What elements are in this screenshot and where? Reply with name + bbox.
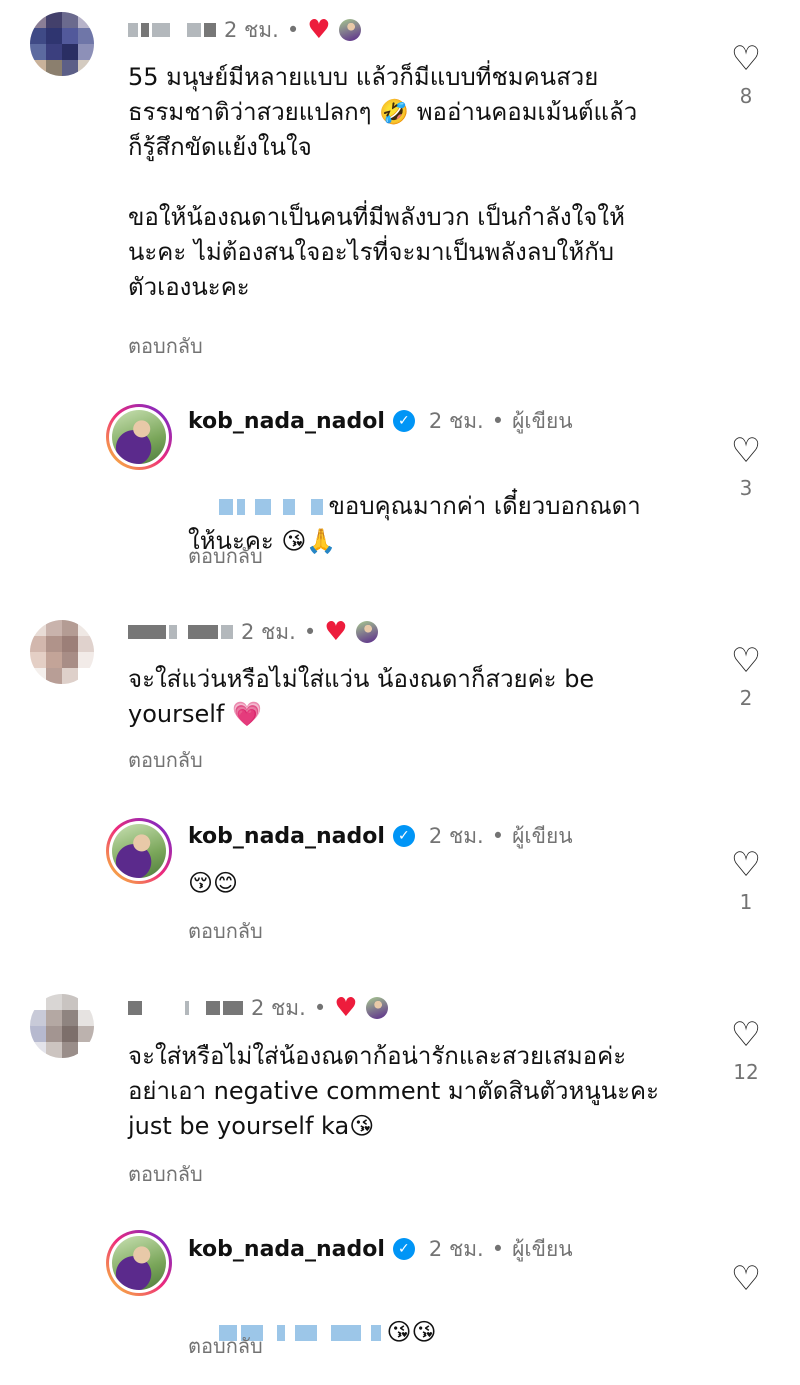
comment-text: 😚😊 <box>188 869 239 897</box>
username-redacted[interactable] <box>128 625 233 639</box>
author-label: ผู้เขียน <box>512 408 573 433</box>
separator-dot: • <box>303 620 317 644</box>
heart-outline-icon[interactable]: ♡ <box>716 42 776 76</box>
creator-avatar-mini <box>365 997 388 1019</box>
verified-badge-icon: ✓ <box>392 410 415 432</box>
comment-header: 2 ชม. • ♥ <box>128 616 378 648</box>
avatar[interactable] <box>30 994 94 1058</box>
separator-dot: • <box>491 824 505 848</box>
heart-filled-icon: ♥ <box>324 617 348 647</box>
reply-button[interactable]: ตอบกลับ <box>188 915 263 947</box>
separator-dot: • <box>491 409 505 433</box>
separator-dot: • <box>491 1237 505 1261</box>
reply-button[interactable]: ตอบกลับ <box>188 1330 263 1362</box>
username-redacted[interactable] <box>128 1001 243 1015</box>
comment-header: kob_nada_nadol ✓ 2 ชม. • ผู้เขียน <box>188 1233 573 1265</box>
like-control[interactable]: ♡ 8 <box>716 42 776 108</box>
like-control[interactable]: ♡ 12 <box>716 1018 776 1084</box>
comment-header: 2 ชม. • ♥ <box>128 14 361 46</box>
username[interactable]: kob_nada_nadol <box>188 409 385 434</box>
avatar-image <box>112 824 166 878</box>
verified-badge-icon: ✓ <box>392 825 415 847</box>
mention-redacted[interactable] <box>218 499 323 515</box>
separator-dot: • <box>286 18 300 42</box>
heart-outline-icon[interactable]: ♡ <box>716 848 776 882</box>
heart-outline-icon[interactable]: ♡ <box>716 644 776 678</box>
comment-text: ขอบคุณมากค่า เดี๋ยวบอกณดา ให้นะคะ 😘🙏 <box>188 492 641 555</box>
heart-outline-icon[interactable]: ♡ <box>716 1262 776 1296</box>
avatar-image <box>112 1236 166 1290</box>
creator-avatar-mini <box>355 621 378 643</box>
comment-text: จะใส่หรือไม่ใส่น้องณดาก้อน่ารักและสวยเสม… <box>128 1042 659 1140</box>
comment-header: kob_nada_nadol ✓ 2 ชม. • ผู้เขียน <box>188 820 573 852</box>
comment-header: kob_nada_nadol ✓ 2 ชม. • ผู้เขียน <box>188 405 573 437</box>
like-control[interactable]: ♡ 1 <box>716 848 776 914</box>
username[interactable]: kob_nada_nadol <box>188 824 385 849</box>
author-label: ผู้เขียน <box>512 823 573 848</box>
avatar[interactable] <box>106 404 172 470</box>
comment-header: 2 ชม. • ♥ <box>128 992 388 1024</box>
avatar[interactable] <box>106 818 172 884</box>
creator-avatar-mini <box>338 19 361 41</box>
comment-text: จะใส่แว่นหรือไม่ใส่แว่น น้องณดาก็สวยค่ะ … <box>128 665 595 728</box>
reply-button[interactable]: ตอบกลับ <box>188 540 263 572</box>
verified-badge-icon: ✓ <box>392 1238 415 1260</box>
like-count: 1 <box>739 890 753 914</box>
username[interactable]: kob_nada_nadol <box>188 1237 385 1262</box>
avatar[interactable] <box>30 620 94 684</box>
separator-dot: • <box>313 996 327 1020</box>
comment-time: 2 ชม. <box>428 823 484 848</box>
comment-text: 😘😘 <box>188 1280 688 1385</box>
heart-outline-icon[interactable]: ♡ <box>716 434 776 468</box>
heart-outline-icon[interactable]: ♡ <box>716 1018 776 1052</box>
like-control[interactable]: ♡ 3 <box>716 434 776 500</box>
heart-filled-icon: ♥ <box>307 15 331 45</box>
like-control[interactable]: ♡ <box>716 1262 776 1296</box>
like-control[interactable]: ♡ 2 <box>716 644 776 710</box>
like-count: 2 <box>739 686 753 710</box>
comment-time: 2 ชม. <box>428 408 484 433</box>
username-redacted[interactable] <box>128 23 216 37</box>
reply-button[interactable]: ตอบกลับ <box>128 744 203 776</box>
comment-time: 2 ชม. <box>428 1236 484 1261</box>
reply-button[interactable]: ตอบกลับ <box>128 330 203 362</box>
author-label: ผู้เขียน <box>512 1236 573 1261</box>
comment-time: 2 ชม. <box>241 619 296 644</box>
like-count: 12 <box>733 1060 759 1084</box>
comment-text: 55 มนุษย์มีหลายแบบ แล้วก็มีแบบที่ชมคนสวย… <box>128 63 638 301</box>
like-count: 3 <box>739 476 753 500</box>
comment-time: 2 ชม. <box>251 995 306 1020</box>
reply-button[interactable]: ตอบกลับ <box>128 1158 203 1190</box>
heart-filled-icon: ♥ <box>334 993 358 1023</box>
avatar-image <box>112 410 166 464</box>
like-count: 8 <box>739 84 753 108</box>
avatar[interactable] <box>30 12 94 76</box>
comment-time: 2 ชม. <box>224 17 279 42</box>
avatar[interactable] <box>106 1230 172 1296</box>
